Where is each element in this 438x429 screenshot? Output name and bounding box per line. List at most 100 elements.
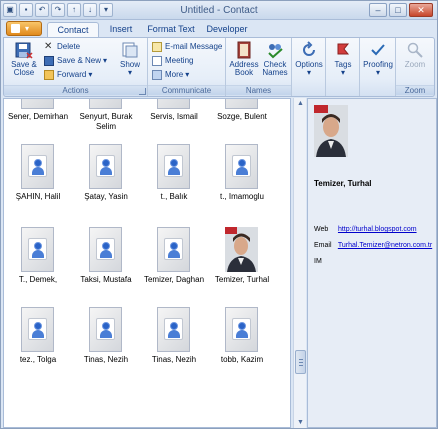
save-close-icon xyxy=(15,42,33,59)
contact-detail-panel: Temizer, Turhal Web http://turhal.blogsp… xyxy=(307,98,437,428)
contact-placeholder-icon xyxy=(89,99,122,109)
check-names-button[interactable]: Check Names xyxy=(260,41,290,77)
contact-placeholder-icon xyxy=(157,99,190,109)
contact-card-name: Servis, Ismail xyxy=(150,112,198,121)
contact-card-name: t., Imamoglu xyxy=(219,192,264,201)
detail-web-row: Web http://turhal.blogspot.com xyxy=(314,226,417,233)
ribbon: Save & Close ✕ Delete Save & New ▾ Forwa… xyxy=(3,37,435,97)
scroll-up-icon[interactable]: ▲ xyxy=(295,98,306,109)
delete-button[interactable]: ✕ Delete xyxy=(44,41,80,53)
contact-card[interactable]: Tinas, Nezih xyxy=(142,307,206,399)
contact-placeholder-icon xyxy=(225,99,258,109)
check-names-label-2: Names xyxy=(262,68,288,77)
window-controls: – □ ✕ xyxy=(369,3,433,17)
detail-web-link[interactable]: http://turhal.blogspot.com xyxy=(338,226,417,233)
contact-placeholder-icon xyxy=(89,307,122,352)
contact-cards-view: Sener, Demirhan Senyurt, Burak Selim Servi… xyxy=(3,98,291,428)
tab-contact[interactable]: Contact xyxy=(47,22,99,37)
contact-card[interactable]: Taksi, Mustafa xyxy=(74,227,138,319)
scroll-thumb[interactable] xyxy=(295,350,306,374)
chevron-down-icon: ▾ xyxy=(127,68,132,77)
delete-icon: ✕ xyxy=(44,41,53,52)
contact-card-name: tobb, Kazim xyxy=(220,355,264,364)
contact-card-name: Sener, Demirhan xyxy=(7,112,69,121)
proofing-group: Proofing ▾ xyxy=(360,38,396,96)
vertical-scrollbar[interactable]: ▲ ▼ xyxy=(293,98,306,428)
address-book-label-2: Book xyxy=(234,68,254,77)
options-button[interactable]: Options ▾ xyxy=(293,41,325,77)
detail-im-row: IM xyxy=(314,258,336,265)
names-group: Address Book Check Names Names xyxy=(226,38,292,96)
address-book-icon xyxy=(237,41,251,59)
show-button[interactable]: Show ▾ xyxy=(116,41,144,77)
contact-card[interactable]: t., Imamoglu xyxy=(210,144,274,236)
close-button[interactable]: ✕ xyxy=(409,3,433,17)
more-icon xyxy=(152,70,162,80)
tab-format-text[interactable]: Format Text xyxy=(142,22,200,37)
email-message-button[interactable]: E-mail Message xyxy=(152,41,222,53)
tags-group: Tags ▾ xyxy=(326,38,360,96)
chevron-down-icon: ▾ xyxy=(306,68,311,77)
contact-card-name: ŞAHIN, Halil xyxy=(15,192,61,201)
contact-placeholder-icon xyxy=(21,144,54,189)
contact-card-name: Sozge, Bulent xyxy=(217,112,267,121)
contact-card-name: t., Balık xyxy=(160,192,188,201)
scroll-down-icon[interactable]: ▼ xyxy=(295,417,306,428)
more-label: More xyxy=(165,70,184,79)
zoom-label: Zoom xyxy=(404,60,426,69)
contact-placeholder-icon xyxy=(157,227,190,272)
communicate-group-label: Communicate xyxy=(148,85,225,95)
show-icon xyxy=(122,42,138,58)
contact-card[interactable]: ŞAHIN, Halil xyxy=(6,144,70,236)
title-bar: ▣ ▪ ↶ ↷ ↑ ↓ ▾ Untitled - Contact – □ ✕ xyxy=(1,1,437,20)
detail-im-label: IM xyxy=(314,258,322,265)
maximize-button[interactable]: □ xyxy=(389,3,407,17)
minimize-button[interactable]: – xyxy=(369,3,387,17)
zoom-button[interactable]: Zoom xyxy=(398,41,432,69)
contact-card[interactable]: T., Demek, xyxy=(6,227,70,319)
tags-button[interactable]: Tags ▾ xyxy=(327,41,359,77)
detail-email-label: Email xyxy=(314,242,332,249)
more-button[interactable]: More ▾ xyxy=(152,69,189,81)
save-new-label: Save & New xyxy=(57,56,102,65)
contact-card-name: tez., Tolga xyxy=(19,355,57,364)
save-new-icon xyxy=(44,56,54,66)
address-book-button[interactable]: Address Book xyxy=(228,41,260,77)
actions-launcher-icon[interactable] xyxy=(139,88,146,95)
proofing-button[interactable]: Proofing ▾ xyxy=(361,41,395,77)
contact-placeholder-icon xyxy=(21,307,54,352)
ribbon-tab-row: ▾ Contact Insert Format Text Developer xyxy=(1,20,437,37)
save-close-button[interactable]: Save & Close xyxy=(10,41,38,77)
chevron-down-icon: ▾ xyxy=(88,70,93,79)
contact-card[interactable]: Şatay, Yasin xyxy=(74,144,138,236)
contact-photo[interactable] xyxy=(314,105,348,157)
save-new-button[interactable]: Save & New ▾ xyxy=(44,55,107,67)
names-group-label: Names xyxy=(226,85,291,95)
meeting-button[interactable]: Meeting xyxy=(152,55,193,67)
email-icon xyxy=(152,42,162,52)
contact-card[interactable]: Temizer, Turhal xyxy=(210,227,274,319)
office-button[interactable]: ▾ xyxy=(6,21,42,36)
contact-card-photo xyxy=(225,227,258,272)
contact-placeholder-icon xyxy=(21,99,54,109)
contact-placeholder-icon xyxy=(157,144,190,189)
meeting-label: Meeting xyxy=(165,56,194,65)
magnifier-icon xyxy=(407,42,423,58)
forward-icon xyxy=(44,70,54,80)
email-message-label: E-mail Message xyxy=(165,42,223,51)
chevron-down-icon: ▾ xyxy=(185,70,190,79)
contact-card[interactable]: t., Balık xyxy=(142,144,206,236)
contact-card[interactable]: Temizer, Daghan xyxy=(142,227,206,319)
forward-button[interactable]: Forward ▾ xyxy=(44,69,92,81)
contact-card[interactable]: tobb, Kazim xyxy=(210,307,274,399)
contact-card-name: Senyurt, Burak Selim xyxy=(79,112,133,131)
tab-insert[interactable]: Insert xyxy=(101,22,141,37)
detail-email-link[interactable]: Turhal.Temizer@netron.com.tr xyxy=(338,242,432,249)
options-group: Options ▾ xyxy=(292,38,326,96)
detail-contact-name: Temizer, Turhal xyxy=(314,179,372,188)
save-close-label-2: Close xyxy=(13,68,35,77)
contact-card[interactable]: Tinas, Nezih xyxy=(74,307,138,399)
tab-developer[interactable]: Developer xyxy=(201,22,253,37)
zoom-group-label: Zoom xyxy=(396,85,434,95)
contact-card[interactable]: tez., Tolga xyxy=(6,307,70,399)
